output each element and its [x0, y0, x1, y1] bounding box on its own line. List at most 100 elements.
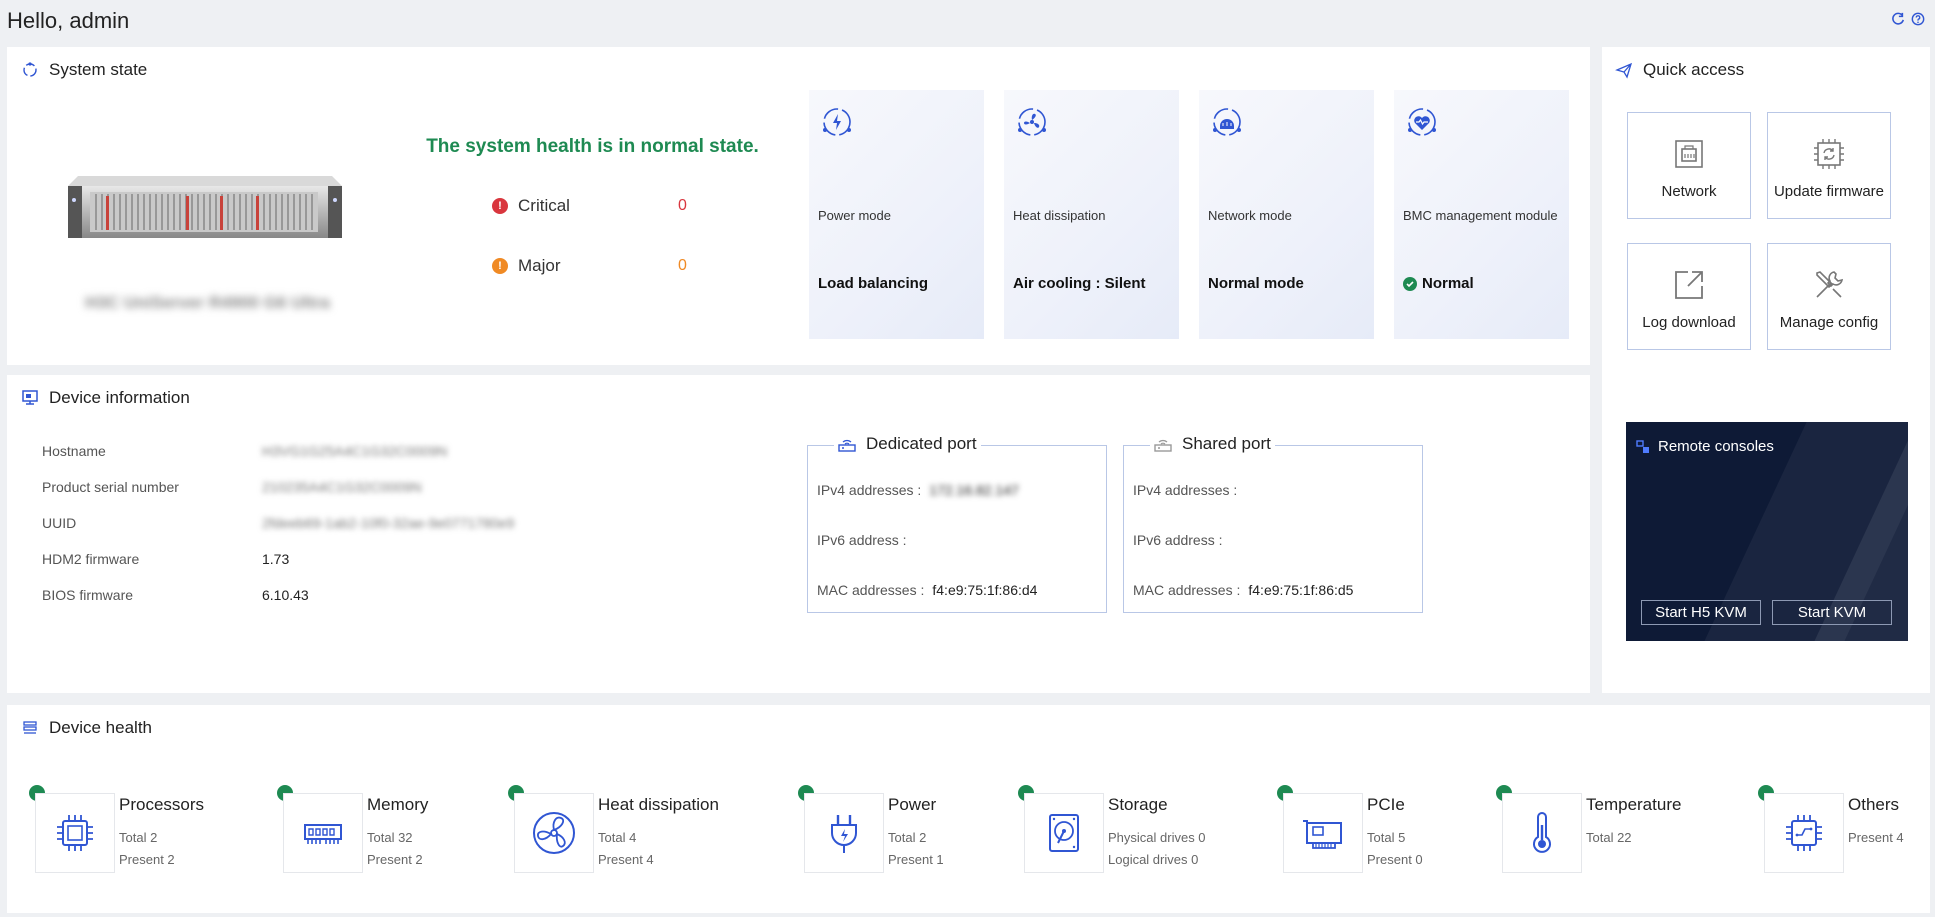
tools-icon: [1816, 271, 1844, 298]
manage-config-button[interactable]: Manage config: [1767, 243, 1891, 350]
memory-icon: [304, 824, 342, 844]
card-value-text: Normal mode: [1208, 275, 1304, 292]
help-icon[interactable]: [1911, 12, 1925, 26]
device-health-title-text: Device health: [49, 718, 153, 737]
serial-number-value: 210235A4C1G32C0009N: [262, 479, 422, 495]
health-item-name: Storage: [1108, 795, 1168, 814]
power-plug-icon: [831, 815, 857, 853]
shared-ipv6-row: IPv6 address :: [1133, 532, 1231, 548]
dedicated-port-box: Dedicated port IPv4 addresses : 172.16.82…: [807, 434, 1107, 613]
card-network-mode[interactable]: Network mode Normal mode: [1199, 90, 1374, 339]
card-power-mode[interactable]: Power mode Load balancing: [809, 90, 984, 339]
cpu-icon: [57, 815, 93, 851]
card-label: Network mode: [1208, 208, 1292, 223]
storage-icon-box: [1024, 793, 1104, 873]
network-button-label: Network: [1661, 183, 1717, 200]
power-mode-icon: [823, 108, 851, 136]
health-message: The system health is in normal state.: [426, 136, 759, 157]
card-value-text: Load balancing: [818, 275, 929, 292]
network-mode-icon: [1213, 108, 1241, 136]
start-h5-kvm-button[interactable]: Start H5 KVM: [1641, 600, 1761, 625]
serial-number-label: Product serial number: [42, 479, 179, 495]
shared-mac-row: MAC addresses : f4:e9:75:1f:86:d5: [1133, 582, 1353, 598]
card-heat-dissipation[interactable]: Heat dissipation Air cooling : Silent: [1004, 90, 1179, 339]
card-value: Normal mode: [1208, 275, 1304, 292]
external-link-icon: [1675, 271, 1703, 299]
card-label: BMC management module: [1403, 208, 1558, 223]
ipv6-label: IPv6 address :: [1133, 532, 1223, 548]
uuid-value: 2fdeeb69-1ab2-10f0-32ae-9e0771780e9: [262, 515, 515, 531]
check-circle-icon: [1403, 276, 1417, 291]
server-image: [68, 176, 342, 238]
mac-value: f4:e9:75:1f:86:d5: [1248, 582, 1354, 598]
health-item-total: Total 4: [598, 830, 637, 845]
dedicated-mac-row: MAC addresses : f4:e9:75:1f:86:d4: [817, 582, 1037, 598]
quick-access-title: Quick access: [1615, 60, 1744, 80]
health-item-total: Total 22: [1586, 830, 1632, 845]
processor-icon-box: [35, 793, 115, 873]
health-item-present: Present 2: [367, 852, 423, 867]
pcie-icon-box: [1283, 793, 1363, 873]
memory-icon-box: [283, 793, 363, 873]
server-model-name: H3C UniServer R4900 G6 Ultra: [85, 293, 330, 312]
health-item-present: Present 1: [888, 852, 944, 867]
thermometer-icon: [1533, 812, 1551, 853]
others-icon-box: [1764, 793, 1844, 873]
dedicated-ipv4-row: IPv4 addresses : 172.16.82.147: [817, 482, 1019, 498]
remote-consoles-title-text: Remote consoles: [1658, 438, 1774, 455]
card-value-text: Air cooling : Silent: [1013, 275, 1146, 292]
list-icon: [23, 721, 37, 734]
health-item-name: Memory: [367, 795, 429, 814]
alarm-critical[interactable]: ! Critical: [492, 196, 570, 216]
router-icon: [1154, 439, 1172, 452]
hard-drive-icon: [1049, 814, 1079, 852]
health-item-total: Total 5: [1367, 830, 1406, 845]
card-value: Load balancing: [818, 275, 928, 292]
major-count[interactable]: 0: [678, 257, 687, 275]
remote-consoles-card: Remote consoles Start H5 KVM Start KVM: [1626, 422, 1908, 641]
paper-plane-icon: [1615, 62, 1633, 79]
hostname-label: Hostname: [42, 443, 106, 459]
health-item-total: Total 2: [119, 830, 158, 845]
health-item-name: Heat dissipation: [598, 795, 719, 814]
card-value: Air cooling : Silent: [1013, 275, 1146, 292]
update-firmware-button[interactable]: Update firmware: [1767, 112, 1891, 219]
device-information-title: Device information: [21, 388, 190, 408]
alarm-major[interactable]: ! Major: [492, 256, 561, 276]
dedicated-port-title-text: Dedicated port: [866, 434, 977, 453]
card-value: Normal: [1403, 275, 1474, 292]
update-chip-icon: [1814, 139, 1844, 169]
manage-config-button-label: Manage config: [1779, 314, 1879, 331]
ipv6-label: IPv6 address :: [817, 532, 907, 548]
refresh-icon[interactable]: [1891, 12, 1905, 26]
shared-port-title-text: Shared port: [1182, 434, 1271, 453]
bios-firmware-value: 6.10.43: [262, 587, 309, 603]
card-bmc-module[interactable]: BMC management module Normal: [1394, 90, 1569, 339]
health-item-present: Present 4: [1848, 830, 1904, 845]
health-item-name: Processors: [119, 795, 205, 814]
pcie-card-icon: [1303, 820, 1342, 849]
fan-icon: [533, 812, 575, 854]
health-item-total: Total 32: [367, 830, 413, 845]
health-item-name: Temperature: [1586, 795, 1682, 814]
start-kvm-button[interactable]: Start KVM: [1772, 600, 1892, 625]
router-icon: [838, 439, 856, 452]
critical-alert-icon: !: [492, 198, 508, 214]
ipv4-value: 172.16.82.147: [929, 482, 1019, 498]
health-item-present: Present 2: [119, 852, 175, 867]
chip-icon: [1786, 815, 1822, 851]
quick-access-title-text: Quick access: [1643, 60, 1745, 79]
health-item-name: Others: [1848, 795, 1900, 814]
mac-label: MAC addresses :: [817, 582, 925, 598]
device-information-title-text: Device information: [49, 388, 190, 407]
remote-consoles-title: Remote consoles: [1636, 438, 1774, 455]
monitor-icon: [22, 390, 38, 405]
log-download-button[interactable]: Log download: [1627, 243, 1751, 350]
uuid-label: UUID: [42, 515, 77, 531]
top-actions: [1891, 12, 1925, 26]
health-item-name: Power: [888, 795, 937, 814]
system-state-title: System state: [21, 60, 147, 80]
network-button[interactable]: Network: [1627, 112, 1751, 219]
fan-icon: [1018, 108, 1046, 136]
critical-count[interactable]: 0: [678, 197, 687, 215]
